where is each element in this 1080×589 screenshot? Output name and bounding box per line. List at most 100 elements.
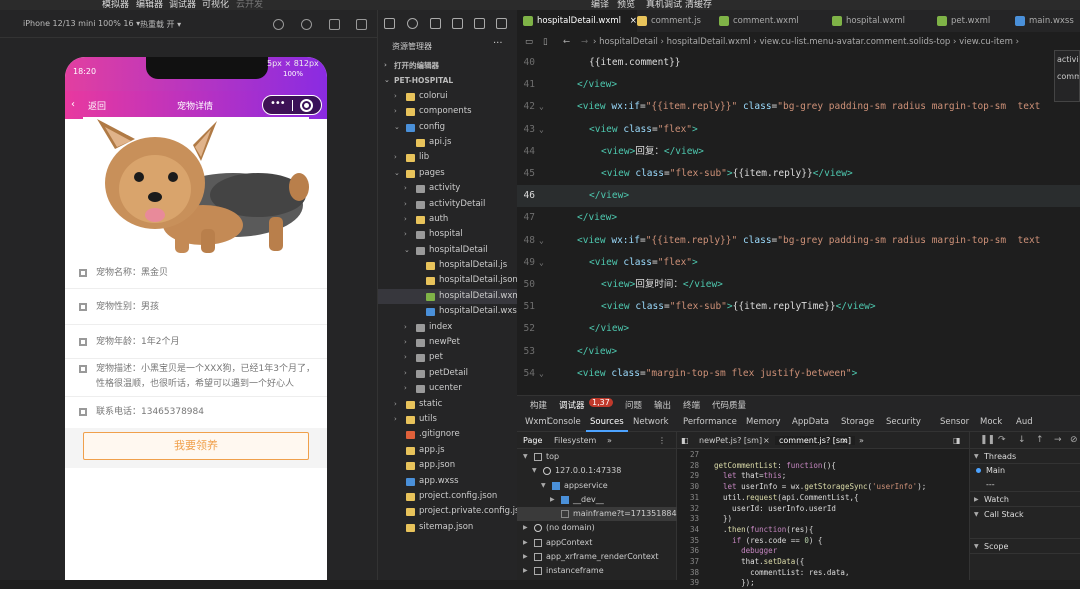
source-line[interactable]: 29 let that=this; [677, 471, 969, 482]
code-line[interactable]: 43 ⌄ <view class="flex"> [517, 119, 1080, 141]
hot-reload-toggle[interactable]: 热重载 开 ▾ [140, 19, 181, 30]
subtab-mock[interactable]: Mock [980, 417, 1002, 427]
folder-item[interactable]: › auth [378, 212, 518, 227]
source-line[interactable]: 27 [677, 450, 969, 461]
popout-icon[interactable] [356, 19, 367, 30]
extensions-icon[interactable] [474, 18, 485, 29]
subtab-network[interactable]: Network [633, 417, 669, 427]
subtab-sensor[interactable]: Sensor [940, 417, 969, 427]
editor-tab[interactable]: comment.js [631, 10, 701, 32]
nav-back-icon[interactable]: ← [563, 32, 570, 52]
fold-chevron-icon[interactable]: ⌄ [539, 363, 544, 385]
device-selector[interactable]: iPhone 12/13 mini 100% 16 ▾ [23, 19, 140, 28]
layout-icon[interactable] [496, 18, 507, 29]
subtab-wxml[interactable]: Wxml [525, 417, 549, 427]
tab-page[interactable]: Page [523, 436, 542, 445]
tab-problems[interactable]: 问题 [625, 399, 642, 411]
source-line[interactable]: 36 debugger [677, 546, 969, 557]
file-item[interactable]: sitemap.json [378, 520, 518, 535]
more-dots-icon[interactable]: ••• [270, 98, 286, 109]
kebab-menu-icon[interactable]: ⋮ [658, 436, 666, 445]
code-line[interactable]: 52 </view> [517, 318, 1080, 340]
file-item[interactable]: hospitalDetail.wxss [378, 304, 521, 319]
step-out-icon[interactable]: ↑ [1036, 435, 1044, 445]
source-tree-item[interactable]: ▶ appContext [517, 536, 677, 550]
file-item[interactable]: app.wxss [378, 474, 518, 489]
code-line[interactable]: 47 </view> [517, 207, 1080, 229]
tab-code-quality[interactable]: 代码质量 [712, 399, 746, 411]
folder-item[interactable]: › petDetail [378, 366, 518, 381]
file-item[interactable]: project.private.config.js... [378, 504, 528, 519]
subtab-console[interactable]: Console [547, 417, 581, 427]
scope-section[interactable]: ▼ Scope [970, 539, 1080, 554]
source-line[interactable]: 30 let userInfo = wx.getStorageSync('use… [677, 482, 969, 493]
code-tab-newpet[interactable]: newPet.js? [sm] [699, 436, 762, 445]
line-number[interactable]: 36 [677, 546, 699, 557]
source-tree-item[interactable]: ▼ 127.0.0.1:47338 [517, 464, 677, 478]
line-number[interactable]: 32 [677, 504, 699, 515]
files-icon[interactable] [384, 18, 395, 29]
file-item[interactable]: app.json [378, 458, 518, 473]
source-control-icon[interactable] [430, 18, 441, 29]
source-line[interactable]: 28 getCommentList: function(){ [677, 461, 969, 472]
file-item[interactable]: .gitignore [378, 427, 518, 442]
folder-item[interactable]: › ucenter [378, 381, 518, 396]
fold-chevron-icon[interactable]: ⌄ [539, 96, 544, 118]
source-line[interactable]: 34 .then(function(res){ [677, 525, 969, 536]
thread-main[interactable]: Main [970, 464, 1080, 478]
more-tabs-icon[interactable]: » [859, 436, 864, 445]
code-area[interactable]: 40 {{item.comment}} 41 </view> 42 ⌄ <view wx:i… [517, 52, 1080, 395]
code-line[interactable]: 41 </view> [517, 74, 1080, 96]
line-number[interactable]: 33 [677, 514, 699, 525]
debug-icon[interactable] [452, 18, 463, 29]
file-item[interactable]: app.js [378, 443, 518, 458]
menu-visual[interactable]: 可视化 [202, 0, 229, 10]
folder-item[interactable]: › index [378, 320, 518, 335]
section-header[interactable]: ⌄ PET-HOSPITAL [378, 73, 518, 88]
code-line[interactable]: 53 </view> [517, 341, 1080, 363]
source-tree-item[interactable]: mainframe?t=171351884635 [517, 507, 692, 522]
close-icon[interactable]: × [841, 436, 848, 445]
subtab-security[interactable]: Security [886, 417, 921, 427]
breadcrumb-path[interactable]: › hospitalDetail › hospitalDetail.wxml ›… [593, 32, 1019, 52]
folder-item[interactable]: › activityDetail [378, 197, 518, 212]
file-item[interactable]: hospitalDetail.wxml [378, 288, 523, 305]
threads-section[interactable]: ▼ Threads [970, 449, 1080, 464]
fold-chevron-icon[interactable]: ⌄ [539, 230, 544, 252]
line-number[interactable]: 38 [677, 568, 699, 579]
line-number[interactable]: 28 [677, 461, 699, 472]
toggle-debugger-icon[interactable]: ◨ [953, 436, 961, 445]
folder-item[interactable]: ⌄ pages [378, 166, 518, 181]
code-line[interactable]: 49 ⌄ <view class="flex"> [517, 252, 1080, 274]
subtab-performance[interactable]: Performance [683, 417, 737, 427]
pause-icon[interactable]: ❚❚ [980, 435, 995, 445]
explorer-more-icon[interactable]: ··· [493, 38, 503, 49]
toggle-navigator-icon[interactable]: ◧ [681, 436, 689, 445]
menu-real-debug[interactable]: 真机调试 [646, 0, 682, 10]
fold-chevron-icon[interactable]: ⌄ [539, 252, 544, 274]
menu-preview[interactable]: 预览 [617, 0, 635, 10]
menu-clear-cache[interactable]: 清缓存 [685, 0, 712, 10]
folder-item[interactable]: › colorui [378, 89, 518, 104]
code-line[interactable]: 54 ⌄ <view class="margin-top-sm flex justi… [517, 363, 1080, 385]
folder-item[interactable]: › newPet [378, 335, 518, 350]
menu-debugger[interactable]: 调试器 [169, 0, 196, 10]
subtab-storage[interactable]: Storage [841, 417, 874, 427]
rotate-icon[interactable] [273, 19, 284, 30]
folder-item[interactable]: › lib [378, 150, 518, 165]
search-icon[interactable] [407, 18, 418, 29]
source-tree-item[interactable]: ▼ appservice [517, 479, 677, 493]
source-tree-item[interactable]: ▶ __dev__ [517, 493, 677, 507]
step-over-icon[interactable]: ↷ [998, 435, 1006, 445]
source-line[interactable]: 31 util.request(api.CommentList,{ [677, 493, 969, 504]
tab-filesystem[interactable]: Filesystem [554, 436, 596, 445]
source-tree-item[interactable]: ▶ instanceframe [517, 564, 677, 578]
line-number[interactable]: 34 [677, 525, 699, 536]
folder-item[interactable]: › hospital [378, 227, 518, 242]
editor-tab[interactable]: hospital.wxml [826, 10, 905, 32]
folder-item[interactable]: › pet [378, 350, 518, 365]
menu-cloud[interactable]: 云开发 [236, 0, 263, 10]
close-icon[interactable]: × [763, 436, 770, 445]
source-line[interactable]: 32 userId: userInfo.userId [677, 504, 969, 515]
code-line[interactable]: 51 <view class="flex-sub">{{item.replyTim… [517, 296, 1080, 318]
